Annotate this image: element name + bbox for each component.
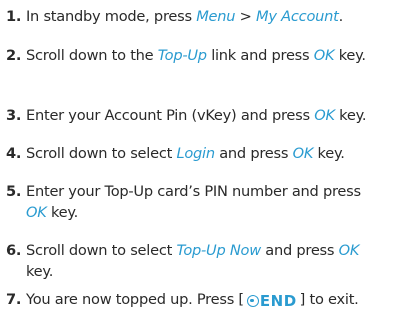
step-number: 5. <box>6 183 22 200</box>
step-number: 2. <box>6 47 22 64</box>
step-text-run: key. <box>26 263 54 280</box>
step-number: 3. <box>6 107 22 124</box>
highlighted-term: OK <box>26 204 47 221</box>
step-number: 4. <box>6 145 22 162</box>
step-text-run: and press <box>214 145 293 162</box>
highlighted-term: Login <box>176 145 215 162</box>
highlighted-term: My Account <box>256 8 339 25</box>
step-text-run: and press <box>260 242 339 259</box>
step-3: 3. Enter your Account Pin (vKey) and pre… <box>0 105 380 126</box>
highlighted-term: OK <box>314 107 335 124</box>
step-text-run: ] to exit. <box>299 291 359 308</box>
highlighted-term: OK <box>313 47 335 64</box>
step-number: 6. <box>6 242 22 259</box>
step-5: 5. Enter your Top-Up card’s PIN number a… <box>0 181 380 223</box>
step-1: 1. In standby mode, press Menu > My Acco… <box>0 6 380 27</box>
step-text-run: Enter your Top-Up card’s PIN number and … <box>26 183 361 200</box>
step-text-run: Scroll down to the <box>26 47 158 64</box>
step-text-run: In standby mode, press <box>26 8 197 25</box>
step-text-run: Scroll down to select <box>26 145 177 162</box>
step-text-run: link and press <box>206 47 314 64</box>
step-text-run: key. <box>334 107 367 124</box>
step-text: Enter your Account Pin (vKey) and press … <box>26 105 380 126</box>
step-text: Enter your Top-Up card’s PIN number and … <box>26 181 380 223</box>
step-text-run: Scroll down to select <box>26 242 177 259</box>
step-text: Scroll down to select Top-Up Now and pre… <box>26 240 380 282</box>
highlighted-term: OK <box>338 242 360 259</box>
step-text-run: key. <box>334 47 366 64</box>
step-2: 2. Scroll down to the Top-Up link and pr… <box>0 45 380 66</box>
step-6: 6. Scroll down to select Top-Up Now and … <box>0 240 380 282</box>
step-number: 7. <box>6 291 22 308</box>
step-text: You are now topped up. Press [ END] to ex… <box>26 289 380 312</box>
power-dot-icon <box>246 295 259 307</box>
step-7: 7. You are now topped up. Press [ END] to… <box>0 289 380 312</box>
step-text-run: . <box>338 8 344 25</box>
highlighted-term: Top-Up Now <box>176 242 261 259</box>
step-4: 4. Scroll down to select Login and press… <box>0 143 380 164</box>
step-text: In standby mode, press Menu > My Account… <box>26 6 380 27</box>
step-text: Scroll down to the Top-Up link and press… <box>26 45 380 66</box>
highlighted-term: Top-Up <box>157 47 207 64</box>
highlighted-term: OK <box>292 145 314 162</box>
end-key-icon: END <box>246 291 297 312</box>
step-number: 1. <box>6 8 22 25</box>
step-text-run: > <box>235 8 257 25</box>
end-key-label: END <box>259 292 297 310</box>
highlighted-term: Menu <box>196 8 236 25</box>
step-text-run: key. <box>46 204 79 221</box>
step-text: Scroll down to select Login and press OK… <box>26 143 380 164</box>
step-text-run: You are now topped up. Press [ <box>26 291 244 308</box>
instruction-steps: 1. In standby mode, press Menu > My Acco… <box>0 0 394 311</box>
step-text-run: key. <box>313 145 345 162</box>
step-text-run: Enter your Account Pin (vKey) and press <box>26 107 315 124</box>
